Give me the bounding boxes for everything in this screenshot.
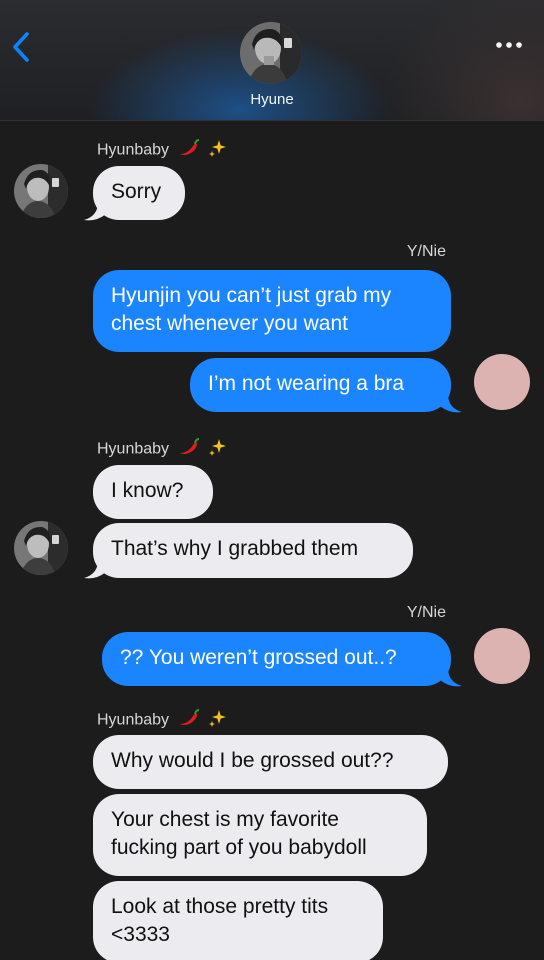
contact-message-avatar[interactable] <box>14 164 68 218</box>
contact-photo <box>14 164 68 218</box>
contact-name[interactable]: Hyune <box>0 91 544 108</box>
message-bubble-incoming[interactable]: I know? <box>93 465 213 519</box>
sparkles-icon <box>208 437 228 462</box>
message-bubble-incoming[interactable]: That’s why I grabbed them <box>93 523 413 578</box>
bubble-tail <box>84 202 106 221</box>
message-bubble-incoming[interactable]: Why would I be grossed out?? <box>93 735 448 789</box>
sparkles-icon <box>208 138 228 163</box>
bubble-tail <box>440 394 462 413</box>
message-text: Look at those pretty tits <3333 <box>111 895 329 946</box>
message-text: Hyunjin you can’t just grab my chest whe… <box>111 284 392 335</box>
sender-label: Hyunbaby <box>97 708 228 733</box>
sender-name-outgoing: Y/Nie <box>406 604 446 621</box>
chat-header: Hyune <box>0 0 544 121</box>
message-text: Your chest is my favorite fucking part o… <box>111 808 367 859</box>
chat-screen: Hyune Hyunbaby Sorry Y/Nie Hyunjin you c… <box>0 0 544 960</box>
message-text: ?? You weren’t grossed out..? <box>120 646 397 669</box>
sender-name: Hyunbaby <box>97 440 170 458</box>
contact-message-avatar[interactable] <box>14 521 68 575</box>
sender-name-outgoing: Y/Nie <box>406 243 446 260</box>
chili-pepper-icon <box>178 438 200 461</box>
sender-name: Hyunbaby <box>97 711 170 729</box>
message-bubble-outgoing[interactable]: Hyunjin you can’t just grab my chest whe… <box>93 270 451 352</box>
message-text: Why would I be grossed out?? <box>111 749 394 772</box>
user-avatar[interactable] <box>474 628 530 684</box>
sender-label: Hyunbaby <box>97 437 228 462</box>
message-text: I know? <box>111 479 184 502</box>
chili-pepper-icon <box>178 139 200 162</box>
message-bubble-outgoing[interactable]: I’m not wearing a bra <box>190 358 451 412</box>
contact-photo <box>240 22 302 84</box>
sender-label: Hyunbaby <box>97 138 228 163</box>
contact-avatar[interactable] <box>240 22 302 84</box>
ellipsis-icon[interactable] <box>494 38 524 52</box>
message-bubble-incoming[interactable]: Your chest is my favorite fucking part o… <box>93 794 427 876</box>
chili-pepper-icon <box>178 709 200 732</box>
sparkles-icon <box>208 708 228 733</box>
contact-photo <box>14 521 68 575</box>
user-avatar[interactable] <box>474 354 530 410</box>
message-bubble-incoming[interactable]: Look at those pretty tits <3333 <box>93 881 383 960</box>
bubble-tail <box>440 668 462 687</box>
message-bubble-incoming[interactable]: Sorry <box>93 166 185 220</box>
chevron-left-icon[interactable] <box>10 30 32 64</box>
bubble-tail <box>84 560 106 579</box>
message-text: That’s why I grabbed them <box>111 537 359 560</box>
sender-name: Hyunbaby <box>97 141 170 159</box>
message-text: I’m not wearing a bra <box>208 372 405 395</box>
message-text: Sorry <box>111 180 162 203</box>
message-bubble-outgoing[interactable]: ?? You weren’t grossed out..? <box>102 632 451 686</box>
